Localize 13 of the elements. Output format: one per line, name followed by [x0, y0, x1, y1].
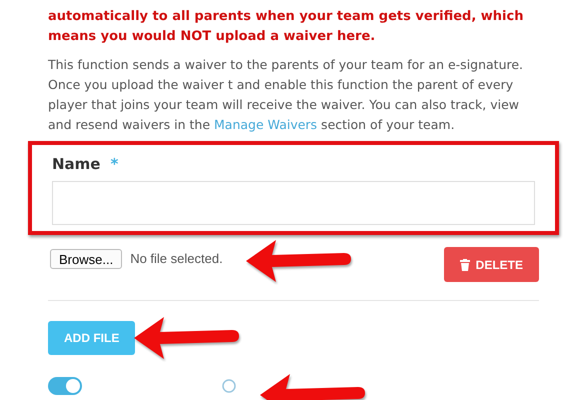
toggle-switch[interactable]: [48, 377, 82, 395]
delete-button[interactable]: DELETE: [444, 247, 539, 282]
required-mark: *: [110, 155, 118, 173]
manage-waivers-link[interactable]: Manage Waivers: [214, 117, 318, 132]
name-label: Name: [52, 155, 100, 173]
browse-button[interactable]: Browse...: [50, 249, 122, 269]
trash-icon: [460, 258, 470, 270]
info-icon: [222, 379, 236, 393]
file-status-text: No file selected.: [130, 251, 223, 266]
name-input-field[interactable]: [52, 181, 535, 225]
add-file-button[interactable]: ADD FILE: [48, 321, 136, 355]
warning-text: automatically to all parents when your team gets verified, which means you would NOT upload a waiver here.: [48, 8, 524, 46]
description-text: This function sends a waiver to the parents of your team for an e-signature. Once you upload the waiver t and enable this function the parent of every player that joins your team will receive the waiver. You can also track, view and resend waivers in the Manage Waivers section of your team.: [48, 56, 524, 134]
